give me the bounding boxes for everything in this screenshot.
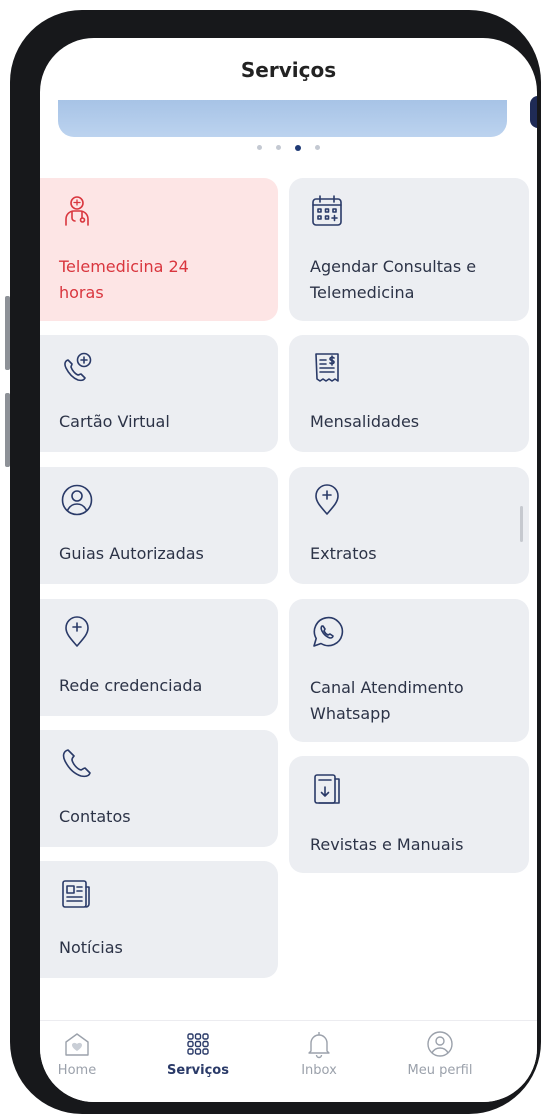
calendar-icon [312, 195, 342, 226]
service-label: Agendar Consultas e Telemedicina [310, 257, 477, 302]
service-label: Canal Atendimento Whatsapp [310, 678, 464, 723]
phone-plus-icon [64, 352, 92, 382]
service-label: Mensalidades [310, 412, 420, 431]
service-label: Revistas e Manuais [310, 835, 464, 854]
tab-label: Home [57, 1063, 97, 1078]
grid-dots-icon [187, 1033, 209, 1055]
book-download-icon [314, 774, 340, 804]
service-card-mensalidades[interactable]: Mensalidades [289, 335, 529, 452]
service-label: Notícias [59, 938, 123, 957]
service-card-revistas-manuais[interactable]: Revistas e Manuais [289, 756, 529, 873]
service-label: Contatos [59, 807, 131, 826]
bottom-tab-bar: Home Serviços Inbox Meu perfil [40, 1020, 537, 1102]
service-card-telemedicina[interactable]: Telemedicina 24 horas [40, 178, 278, 321]
receipt-dollar-icon [315, 353, 339, 382]
service-card-agendar-consultas[interactable]: Agendar Consultas e Telemedicina [289, 178, 529, 321]
phone-icon [62, 749, 91, 778]
service-label: Cartão Virtual [59, 412, 170, 431]
services-grid: Telemedicina 24 horas Agendar Consultas … [40, 38, 537, 1102]
service-card-guias-autorizadas[interactable]: Guias Autorizadas [40, 467, 278, 584]
app-screen: Serviços Telemedicina 24 horas Agendar C… [40, 38, 537, 1102]
tab-home[interactable]: Home [40, 1029, 122, 1078]
tab-label: Inbox [301, 1063, 337, 1078]
location-plus-icon [65, 616, 89, 647]
phone-frame: Serviços Telemedicina 24 horas Agendar C… [10, 10, 541, 1114]
tab-inbox[interactable]: Inbox [274, 1029, 364, 1078]
doctor-icon [65, 196, 89, 226]
bell-icon [308, 1032, 330, 1059]
service-label: Extratos [310, 544, 377, 563]
newspaper-icon [62, 880, 90, 908]
scroll-indicator[interactable] [520, 506, 523, 542]
user-circle-icon [427, 1031, 453, 1057]
service-card-extratos[interactable]: Extratos [289, 467, 529, 584]
user-circle-icon [61, 484, 93, 516]
tab-servicos[interactable]: Serviços [153, 1029, 243, 1078]
service-label: Rede credenciada [59, 676, 203, 695]
location-plus-icon [315, 484, 339, 515]
service-card-rede-credenciada[interactable]: Rede credenciada [40, 599, 278, 716]
tab-meu-perfil[interactable]: Meu perfil [395, 1029, 485, 1078]
home-heart-icon [65, 1033, 89, 1056]
service-label: Guias Autorizadas [59, 544, 204, 563]
service-card-noticias[interactable]: Notícias [40, 861, 278, 978]
service-card-contatos[interactable]: Contatos [40, 730, 278, 847]
service-card-canal-whatsapp[interactable]: Canal Atendimento Whatsapp [289, 599, 529, 742]
tab-label: Meu perfil [407, 1063, 473, 1078]
whatsapp-icon [313, 616, 344, 647]
service-card-cartao-virtual[interactable]: Cartão Virtual [40, 335, 278, 452]
tab-label: Serviços [167, 1063, 229, 1078]
service-label: Telemedicina 24 horas [59, 257, 189, 302]
